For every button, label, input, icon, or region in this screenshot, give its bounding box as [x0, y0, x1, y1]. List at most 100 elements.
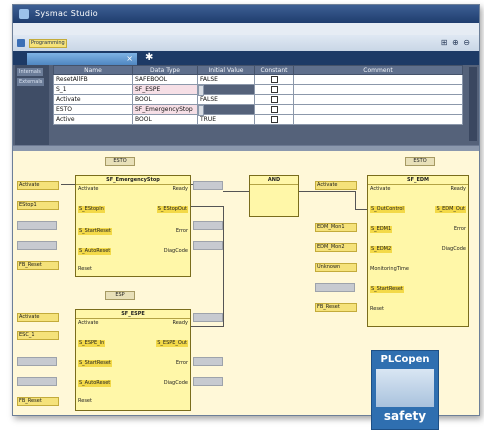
constant-checkbox[interactable] [270, 76, 278, 83]
cell-constant[interactable] [254, 114, 294, 125]
close-icon[interactable]: × [126, 54, 133, 63]
cell-initial[interactable]: TRUE [197, 114, 255, 125]
var-activate[interactable]: Activate [17, 181, 59, 190]
pin-out[interactable]: Ready [450, 186, 466, 193]
fb-espe[interactable]: SF_ESPE Activate S_ESPE_In S_StartReset … [75, 309, 191, 411]
instance-label-esto[interactable]: ESTO [105, 157, 135, 166]
pin-in[interactable]: Activate [78, 320, 99, 327]
empty-input[interactable] [17, 221, 57, 230]
pin-out[interactable]: S_EStopOut [156, 206, 188, 213]
pin-in[interactable]: MonitoringTime [370, 266, 409, 273]
table-row[interactable]: Active BOOL TRUE [53, 114, 463, 125]
pin-out[interactable]: Ready [172, 186, 188, 193]
pin-out[interactable]: S_ESPE_Out [156, 340, 188, 347]
cell-type[interactable]: SAFEBOOL [132, 74, 198, 85]
empty-output[interactable] [193, 221, 223, 230]
empty-output[interactable] [193, 357, 223, 366]
cell-constant[interactable] [254, 84, 294, 95]
constant-checkbox[interactable] [270, 86, 278, 93]
cell-initial[interactable]: FALSE [197, 94, 255, 105]
cell-name[interactable]: Active [53, 114, 133, 125]
pin-out[interactable]: DiagCode [442, 246, 466, 253]
fb-and[interactable]: AND [249, 175, 299, 217]
cell-type[interactable]: BOOL [132, 94, 198, 105]
pin-out[interactable]: Error [176, 360, 188, 367]
constant-checkbox[interactable] [270, 96, 278, 103]
col-header[interactable]: Comment [293, 65, 463, 75]
pin-out[interactable]: Error [454, 226, 466, 233]
pin-out[interactable]: S_EDM_Out [435, 206, 466, 213]
empty-output[interactable] [193, 241, 223, 250]
pin-in[interactable]: S_EStopIn [78, 206, 105, 213]
cell-name[interactable]: Activate [53, 94, 133, 105]
sidebar-item-internals[interactable]: Internals [17, 68, 43, 76]
var-edm-mon2[interactable]: EDM_Mon2 [315, 243, 357, 252]
pin-out[interactable]: DiagCode [164, 248, 188, 255]
cell-comment[interactable] [293, 104, 463, 115]
var-fb-reset[interactable]: FB_Reset [17, 397, 59, 406]
var-fb-reset[interactable]: FB_Reset [17, 261, 59, 270]
table-row[interactable]: S_1 SF_ESPE [53, 84, 463, 96]
pin-out[interactable]: Error [176, 228, 188, 235]
fb-emergency-stop[interactable]: SF_EmergencyStop Activate S_EStopIn S_St… [75, 175, 191, 277]
col-header[interactable]: Constant [254, 65, 294, 75]
cell-constant[interactable] [254, 104, 294, 115]
cell-comment[interactable] [293, 84, 463, 95]
pin-in[interactable]: Activate [78, 186, 99, 193]
constant-checkbox[interactable] [270, 116, 278, 123]
cell-type[interactable]: BOOL [132, 114, 198, 125]
cell-initial[interactable] [198, 85, 204, 96]
empty-input[interactable] [315, 283, 355, 292]
empty-input[interactable] [17, 377, 57, 386]
empty-output[interactable] [193, 181, 223, 190]
pin-in[interactable]: S_AutoReset [78, 380, 112, 387]
tab-program[interactable]: × [27, 53, 137, 65]
cell-name[interactable]: ResetAllFB [53, 74, 133, 85]
col-header[interactable]: Initial Value [197, 65, 255, 75]
sidebar-item-externals[interactable]: Externals [17, 78, 45, 86]
table-row[interactable]: ResetAllFB SAFEBOOL FALSE [53, 74, 463, 85]
zoom-controls[interactable]: ⊞ ⊕ ⊖ [441, 38, 471, 47]
pin-in[interactable]: Reset [370, 306, 384, 313]
pin-out[interactable]: DiagCode [164, 380, 188, 387]
pin-in[interactable]: S_OutControl [370, 206, 405, 213]
fb-edm[interactable]: SF_EDM Activate S_OutControl S_EDM1 S_ED… [367, 175, 469, 327]
cell-name[interactable]: S_1 [53, 84, 133, 95]
pin-out[interactable]: Ready [172, 320, 188, 327]
cell-comment[interactable] [293, 74, 463, 85]
col-header[interactable]: Name [53, 65, 133, 75]
pin-in[interactable]: S_EDM1 [370, 226, 393, 233]
cell-initial[interactable] [198, 105, 204, 116]
pin-in[interactable]: S_StartReset [370, 286, 404, 293]
pin-in[interactable]: S_ESPE_In [78, 340, 106, 347]
cell-comment[interactable] [293, 114, 463, 125]
table-row[interactable]: ESTO SF_EmergencyStop [53, 104, 463, 116]
cell-initial[interactable]: FALSE [197, 74, 255, 85]
pin-in[interactable]: S_StartReset [78, 228, 112, 235]
cell-constant[interactable] [254, 74, 294, 85]
instance-label-esp[interactable]: ESP [105, 291, 135, 300]
pin-icon[interactable]: ✱ [145, 52, 153, 63]
pin-in[interactable]: Reset [78, 398, 92, 405]
empty-input[interactable] [17, 241, 57, 250]
col-header[interactable]: Data Type [132, 65, 198, 75]
empty-input[interactable] [17, 357, 57, 366]
pin-in[interactable]: Activate [370, 186, 391, 193]
pin-in[interactable]: S_AutoReset [78, 248, 112, 255]
pin-in[interactable]: Reset [78, 266, 92, 273]
var-unknown[interactable]: Unknown [315, 263, 357, 272]
instance-label-esto-2[interactable]: ESTO [405, 157, 435, 166]
var-estop1[interactable]: EStop1 [17, 201, 59, 210]
cell-comment[interactable] [293, 94, 463, 105]
var-fb-reset[interactable]: FB_Reset [315, 303, 357, 312]
cell-name[interactable]: ESTO [53, 104, 133, 115]
var-esc1[interactable]: ESC_1 [17, 331, 59, 340]
empty-output[interactable] [193, 377, 223, 386]
var-edm-mon1[interactable]: EDM_Mon1 [315, 223, 357, 232]
var-activate[interactable]: Activate [315, 181, 357, 190]
vertical-scrollbar[interactable] [469, 67, 477, 141]
cell-constant[interactable] [254, 94, 294, 105]
cell-type[interactable]: SF_EmergencyStop [132, 104, 198, 115]
empty-output[interactable] [193, 313, 223, 322]
cell-type[interactable]: SF_ESPE [132, 84, 198, 95]
